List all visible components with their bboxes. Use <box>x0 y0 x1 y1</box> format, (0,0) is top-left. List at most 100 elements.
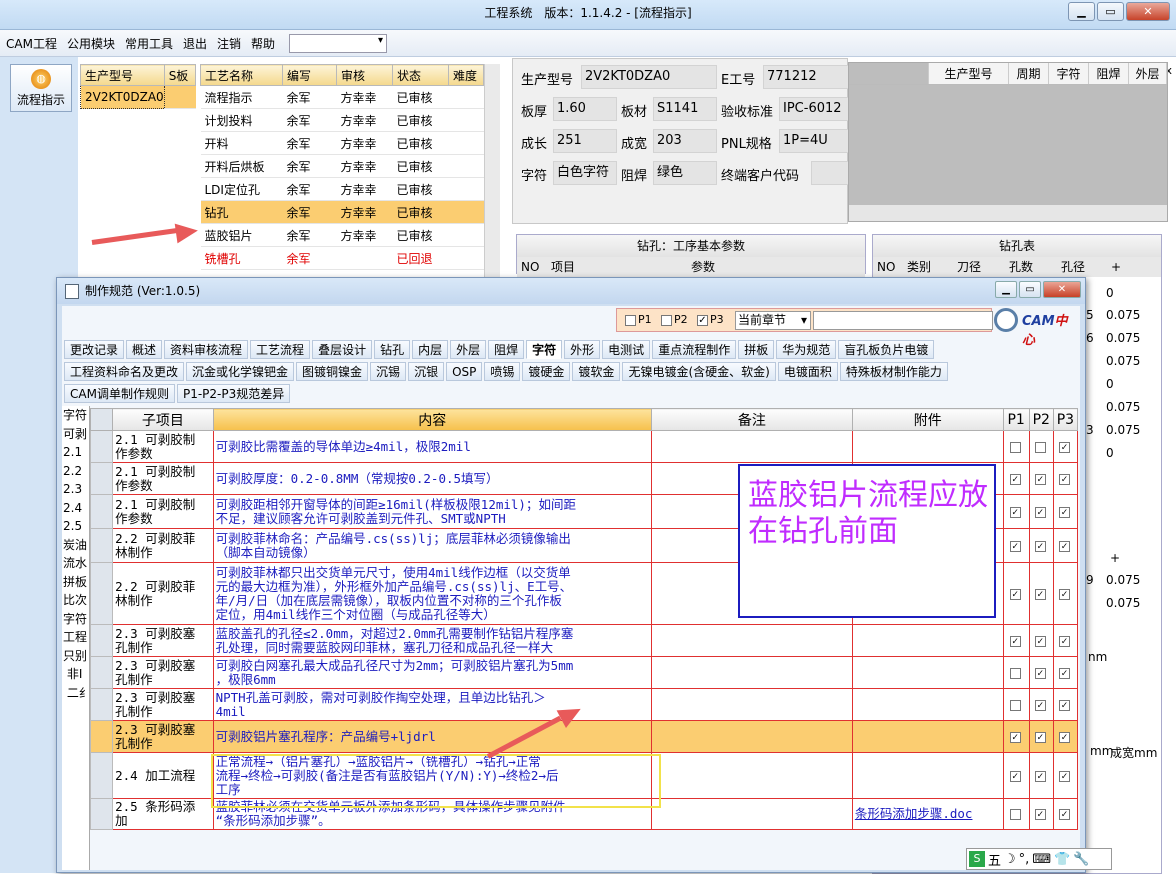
p3-checkbox[interactable] <box>1058 540 1070 552</box>
col-header-product[interactable]: 生产型号 <box>929 63 1009 84</box>
p2-checkbox[interactable] <box>1034 699 1046 711</box>
attachment-cell[interactable] <box>851 688 1004 721</box>
tab-tabs_row2-0[interactable]: 工程资料命名及更改 <box>64 362 185 381</box>
char-field[interactable]: 白色字符 <box>553 161 617 185</box>
content-cell[interactable]: 可剥胶菲林都只出交货单元尺寸，使用4mil线作边框（以交货单 元的最大边框为准）… <box>212 562 652 625</box>
dialog-minimize-button[interactable]: ▁ <box>995 281 1017 298</box>
content-cell[interactable]: 可剥胶白网塞孔最大成品孔径尺寸为2mm；可剥胶铝片塞孔为5mm ，极限6mm <box>212 656 652 689</box>
menu-logout[interactable]: 注销 <box>217 35 241 52</box>
col-header-reviewer[interactable]: 审核 <box>336 64 393 86</box>
product-cell[interactable]: 2V2KT0DZA0 <box>80 85 165 109</box>
flow-indicator-button[interactable]: ◍ 流程指示 <box>10 64 72 112</box>
col-header-p2[interactable]: P2 <box>1028 408 1054 431</box>
p2-checkbox[interactable] <box>1034 588 1046 600</box>
search-icon[interactable] <box>994 308 1018 332</box>
col-header-s-board[interactable]: S板 <box>163 64 197 86</box>
row-indicator[interactable] <box>89 688 114 721</box>
note-cell[interactable] <box>650 688 853 721</box>
col-header-char[interactable]: 字符 <box>1049 63 1089 84</box>
close-button[interactable]: ✕ <box>1126 2 1170 21</box>
std-field[interactable]: IPC-6012 <box>779 97 849 121</box>
p3-checkbox[interactable] <box>1058 667 1070 679</box>
tab-tabs_row3-1[interactable]: P1-P2-P3规范差异 <box>176 384 291 403</box>
table-row[interactable]: 流程指示 余军 方幸幸 已审核 <box>200 85 484 109</box>
col-header-note[interactable]: 备注 <box>650 408 853 431</box>
col-header-plus[interactable]: + <box>1107 257 1121 277</box>
subitem-cell[interactable]: 2.3 可剥胶塞 孔制作 <box>112 720 214 753</box>
dialog-close-button[interactable]: ✕ <box>1043 281 1081 298</box>
process-name[interactable]: 开料 <box>200 131 283 155</box>
right-grid-hscrollbar[interactable] <box>849 205 1167 221</box>
p3-checkbox[interactable] <box>1058 506 1070 518</box>
pnl-field[interactable]: 1P=4U <box>779 129 849 153</box>
col-header-p1[interactable]: P1 <box>1002 408 1030 431</box>
subitem-cell[interactable]: 2.1 可剥胶制 作参数 <box>112 462 214 495</box>
subitem-cell[interactable]: 2.1 可剥胶制 作参数 <box>112 494 214 529</box>
subitem-cell[interactable]: 2.3 可剥胶塞 孔制作 <box>112 656 214 689</box>
tab-tabs_row2-1[interactable]: 沉金或化学镍钯金 <box>186 362 295 381</box>
subitem-cell[interactable]: 2.2 可剥胶菲 林制作 <box>112 562 214 625</box>
tab-tabs_row2-2[interactable]: 图镀铜镍金 <box>296 362 369 381</box>
process-name[interactable]: 铣槽孔 <box>200 246 283 270</box>
tab-tabs_row2-5[interactable]: OSP <box>446 362 483 381</box>
table-row[interactable]: 开料后烘板 余军 方幸幸 已审核 <box>200 154 484 178</box>
spec-row[interactable]: 2.3 可剥胶塞 孔制作 可剥胶铝片塞孔程序：产品编号+ljdrl <box>89 720 1079 753</box>
row-indicator[interactable] <box>89 430 114 463</box>
tab-tabs_row2-3[interactable]: 沉锡 <box>370 362 407 381</box>
tab-tabs_row1-14[interactable]: 华为规范 <box>776 340 837 359</box>
col-header-author[interactable]: 编写 <box>282 64 337 86</box>
drill-plus[interactable]: + <box>1110 551 1120 565</box>
p2-checkbox[interactable] <box>1034 667 1046 679</box>
p3-checkbox[interactable] <box>1058 770 1070 782</box>
col-header-attachment[interactable]: 附件 <box>851 408 1004 431</box>
attachment-cell[interactable] <box>851 656 1004 689</box>
tab-tabs_row1-10[interactable]: 外形 <box>564 340 601 359</box>
tab-tabs_row2-9[interactable]: 无镍电镀金(含硬金、软金) <box>622 362 776 381</box>
note-cell[interactable] <box>650 656 853 689</box>
p3-checkbox[interactable] <box>1058 731 1070 743</box>
process-name[interactable]: 钻孔 <box>200 200 283 224</box>
tab-tabs_row1-13[interactable]: 拼板 <box>738 340 775 359</box>
table-row-selected[interactable]: 钻孔 余军 方幸幸 已审核 <box>200 200 484 224</box>
content-cell[interactable]: 可剥胶菲林命名：产品编号.cs(ss)lj；底层菲林必须镜像输出 （脚本自动镜像… <box>212 528 652 563</box>
p2-checkbox[interactable] <box>1034 441 1046 453</box>
content-cell[interactable]: 可剥胶铝片塞孔程序：产品编号+ljdrl <box>212 720 652 753</box>
search-input[interactable] <box>813 311 993 330</box>
tab-tabs_row1-7[interactable]: 外层 <box>450 340 487 359</box>
spec-row[interactable]: 2.1 可剥胶制 作参数 可剥胶比需覆盖的导体单边≥4mil，极限2mil <box>89 430 1079 463</box>
row-indicator[interactable] <box>89 494 114 529</box>
p1-checkbox[interactable] <box>1009 699 1021 711</box>
tab-tabs_row1-2[interactable]: 资料审核流程 <box>164 340 249 359</box>
mat-field[interactable]: S1141 <box>653 97 717 121</box>
table-row[interactable]: 铣槽孔 余军 已回退 <box>200 246 484 270</box>
process-name[interactable]: 蓝胶铝片 <box>200 223 283 247</box>
tab-tabs_row1-5[interactable]: 钻孔 <box>374 340 411 359</box>
tab-tabs_row1-0[interactable]: 更改记录 <box>64 340 125 359</box>
row-indicator[interactable] <box>89 656 114 689</box>
menu-combo-select[interactable] <box>289 33 388 53</box>
tab-tabs_row2-11[interactable]: 特殊板材制作能力 <box>839 362 948 381</box>
spec-row[interactable]: 2.3 可剥胶塞 孔制作 可剥胶白网塞孔最大成品孔径尺寸为2mm；可剥胶铝片塞孔为… <box>89 656 1079 689</box>
col-header-difficulty[interactable]: 难度 <box>448 64 484 86</box>
row-indicator[interactable] <box>89 528 114 563</box>
cust-field[interactable] <box>811 161 849 185</box>
content-cell[interactable]: 可剥胶比需覆盖的导体单边≥4mil，极限2mil <box>212 430 652 463</box>
col-header-p3[interactable]: P3 <box>1052 408 1079 431</box>
note-cell[interactable] <box>650 430 853 463</box>
content-cell[interactable]: NPTH孔盖可剥胶，需对可剥胶作掏空处理，且单边比钻孔＞ 4mil <box>212 688 652 721</box>
p2-checkbox[interactable] <box>661 314 672 326</box>
p2-checkbox[interactable] <box>1034 731 1046 743</box>
p3-checkbox[interactable] <box>1058 588 1070 600</box>
table-row[interactable]: 蓝胶铝片 余军 方幸幸 已审核 <box>200 223 484 247</box>
tab-tabs_row2-7[interactable]: 镀硬金 <box>522 362 571 381</box>
p1-checkbox[interactable] <box>1009 731 1021 743</box>
s-board-cell[interactable] <box>164 85 196 109</box>
ime-toolbar[interactable]: S 五 ☽ °, ⌨ 👕 🔧 <box>966 848 1112 870</box>
menu-tools[interactable]: 常用工具 <box>125 35 173 52</box>
p2-checkbox[interactable] <box>1034 770 1046 782</box>
note-cell[interactable] <box>650 752 853 799</box>
filter-p2[interactable]: P2 <box>661 313 688 326</box>
p1-checkbox[interactable] <box>1009 809 1021 820</box>
tab-tabs_row1-11[interactable]: 电测试 <box>602 340 651 359</box>
process-name[interactable]: 开料后烘板 <box>200 154 283 178</box>
